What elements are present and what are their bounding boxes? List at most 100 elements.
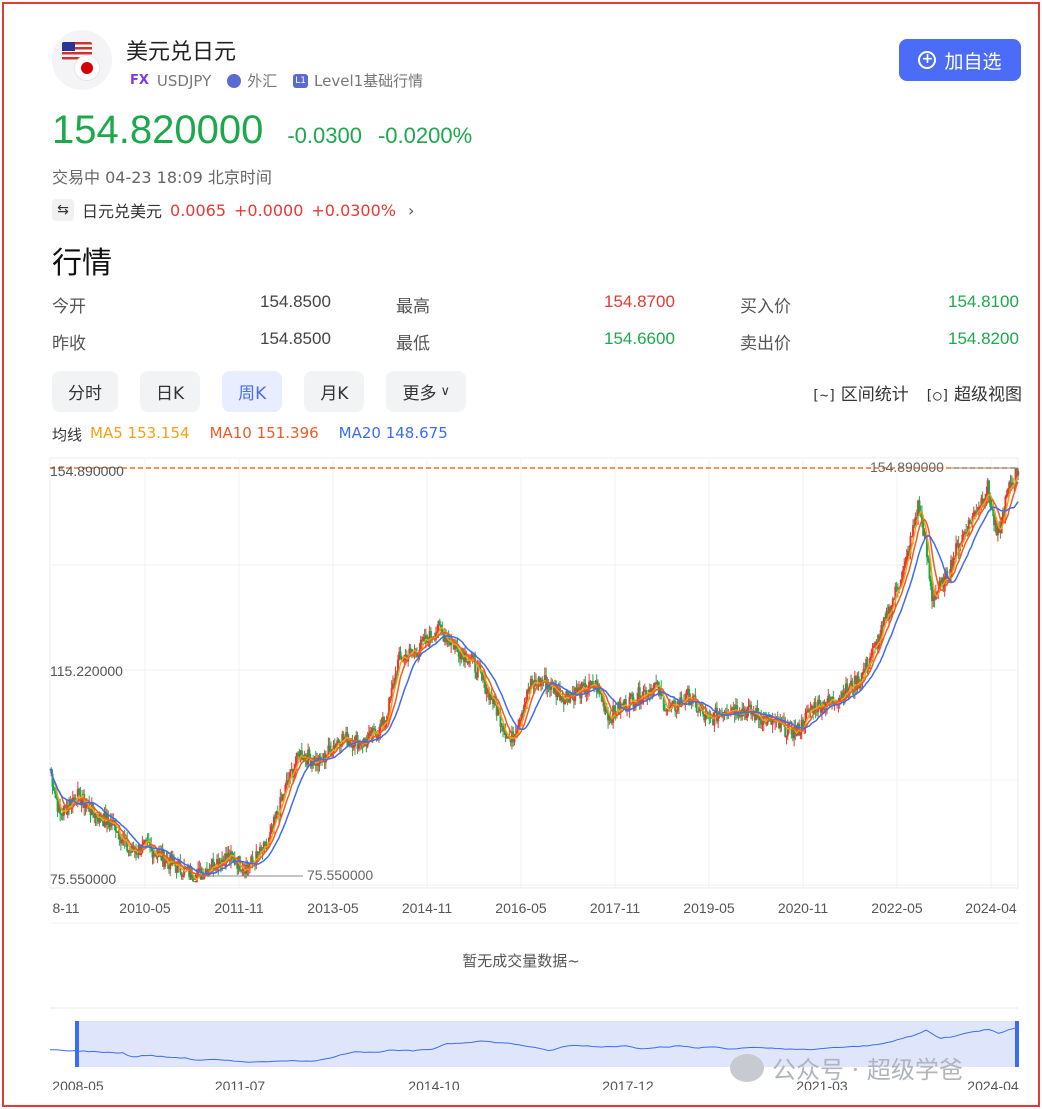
market-label: 外汇 <box>247 72 278 90</box>
candle-body <box>969 519 972 522</box>
super-view-button[interactable]: [○] 超级视图 <box>925 380 1022 405</box>
plus-circle-icon: + <box>918 51 937 69</box>
super-view-icon: [○] <box>924 388 950 404</box>
instrument-name: 美元兑日元 <box>126 40 237 65</box>
tab-more[interactable]: 更多 ∨ <box>386 371 466 412</box>
candle-body <box>251 856 254 862</box>
candle-body <box>910 536 913 538</box>
prev-close-value: 154.8500 <box>260 329 331 348</box>
ask-label: 卖出价 <box>740 334 791 354</box>
x-tick-label: 2020-11 <box>778 900 829 916</box>
x-tick-label: 2013-05 <box>307 900 359 916</box>
candle-body <box>519 719 522 721</box>
navigator-right-handle <box>1015 1021 1019 1067</box>
level-label: Level1基础行情 <box>314 72 424 90</box>
candle-body <box>805 711 808 713</box>
candle-body <box>52 786 55 791</box>
max-marker-label: 154.890000 <box>870 459 944 475</box>
x-axis: 8-11 2010-05 2011-11 2013-05 2014-11 2016-05 2… <box>50 887 1018 924</box>
candle-body <box>613 705 616 711</box>
candle-body <box>164 861 167 867</box>
candle-body <box>256 851 259 854</box>
candle-body <box>987 480 990 496</box>
ma-lines <box>49 476 1019 881</box>
candle-body <box>556 692 559 697</box>
candle-body <box>518 719 521 727</box>
candle-body <box>502 725 505 731</box>
navigator-label: 2011-07 <box>215 1078 266 1090</box>
price-change-percent: -0.0200% <box>377 123 473 148</box>
candle-body <box>181 875 184 877</box>
navigator-label: 2024-04 <box>967 1078 1019 1090</box>
candle-body <box>696 711 699 713</box>
candle-body <box>136 853 139 855</box>
watermark-text: 公众号 · 超级学爸 <box>772 1056 963 1084</box>
candle-body <box>631 693 634 697</box>
candle-body <box>260 847 263 850</box>
related-pair-name: 日元兑美元 <box>82 202 163 221</box>
tab-daily-k[interactable]: 日K <box>140 371 201 412</box>
tab-monthly-k[interactable]: 月K <box>304 371 365 412</box>
candle-body <box>746 709 749 719</box>
min-marker-label: 75.550000 <box>307 867 373 883</box>
candle-body <box>367 733 370 739</box>
low-label: 最低 <box>396 334 430 354</box>
trading-status: 交易中 04-23 18:09 北京时间 <box>52 168 272 187</box>
candle-body <box>820 708 823 713</box>
candle-body <box>904 561 907 566</box>
open-value: 154.8500 <box>260 292 331 311</box>
add-watchlist-label: 加自选 <box>944 50 1002 73</box>
candles <box>50 468 1020 883</box>
tab-intraday[interactable]: 分时 <box>52 371 118 412</box>
candlestick-chart[interactable]: 154.890000 115.220000 75.550000 154.890000 7… <box>0 440 1042 1090</box>
candle-body <box>918 500 921 512</box>
tab-more-label: 更多 <box>402 384 437 404</box>
candle-body <box>84 805 87 808</box>
related-pair-link[interactable]: ⇆ 日元兑美元 0.0065 +0.0000 +0.0300% › <box>52 198 414 222</box>
period-tabs: 分时 日K 周K 月K 更多 ∨ <box>52 371 466 412</box>
candle-body <box>531 678 534 682</box>
super-view-label: 超级视图 <box>954 385 1022 405</box>
navigator-left-handle <box>75 1021 79 1067</box>
x-tick-label: 2014-11 <box>402 900 453 916</box>
candle-body <box>60 813 63 815</box>
candle-body <box>870 656 873 658</box>
low-value: 154.6600 <box>604 329 675 348</box>
candle-body <box>1005 494 1008 497</box>
candle-body <box>851 680 854 691</box>
candle-body <box>751 713 754 715</box>
related-pair-price: 0.0065 <box>170 200 226 220</box>
candle-body <box>467 661 470 664</box>
instrument-meta: FX USDJPY 外汇 L1 Level1基础行情 <box>130 70 423 91</box>
x-tick-label: 2016-05 <box>495 900 547 916</box>
related-pair-change-percent: +0.0300% <box>311 200 396 220</box>
y-tick-label: 115.220000 <box>50 663 123 679</box>
candle-body <box>142 841 145 844</box>
related-pair-change: +0.0000 <box>234 200 304 220</box>
last-price: 154.820000 <box>52 108 264 152</box>
chevron-right-icon: › <box>407 200 415 220</box>
open-label: 今开 <box>52 297 86 317</box>
candle-body <box>903 565 906 571</box>
tab-weekly-k[interactable]: 周K <box>222 371 283 412</box>
add-watchlist-button[interactable]: + 加自选 <box>899 39 1021 81</box>
x-tick-label: 2011-11 <box>214 900 264 916</box>
candle-body <box>895 586 898 589</box>
jp-flag-icon <box>74 55 100 81</box>
swap-icon: ⇆ <box>52 199 74 221</box>
chart-tools: [~] 区间统计 [○] 超级视图 <box>811 380 1022 405</box>
high-label: 最高 <box>396 297 430 317</box>
x-tick-label: 2022-05 <box>871 900 923 916</box>
candle-body <box>675 710 678 712</box>
candle-body <box>996 530 999 536</box>
candle-body <box>297 752 300 756</box>
candle-body <box>372 728 375 730</box>
high-value: 154.8700 <box>604 292 675 311</box>
interval-stats-button[interactable]: [~] 区间统计 <box>811 380 908 405</box>
ma5-line <box>49 476 1019 881</box>
x-tick-label: 2024-04 <box>965 900 1017 916</box>
candle-body <box>828 695 831 702</box>
ma20-line <box>49 501 1019 875</box>
level-badge-icon: L1 <box>293 73 309 88</box>
navigator-label: 2008-05 <box>52 1078 104 1090</box>
